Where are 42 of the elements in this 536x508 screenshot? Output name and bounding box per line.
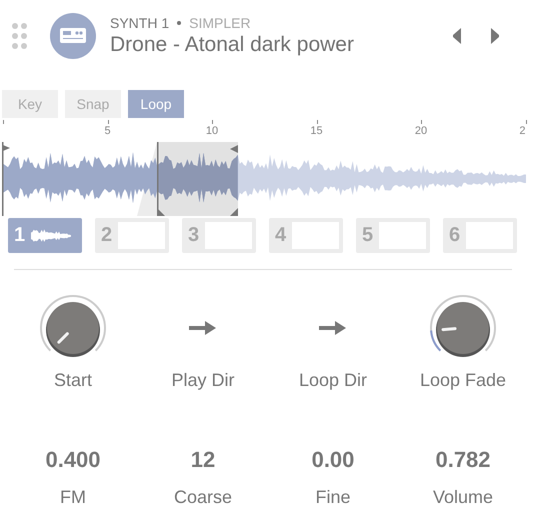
ruler-label: 20 — [414, 125, 428, 137]
sample-slot[interactable]: 4 — [269, 218, 343, 253]
ruler-tick — [421, 120, 422, 124]
ruler-tick — [212, 120, 213, 124]
track-name: SYNTH 1 — [110, 15, 170, 31]
control-label: Play Dir — [171, 370, 234, 391]
preset-name: Drone - Atonal dark power — [110, 33, 355, 57]
device-icon — [50, 13, 96, 59]
parameter-value[interactable]: 0.400 — [45, 447, 101, 473]
mode-button[interactable]: Loop — [128, 90, 184, 118]
sample-slot[interactable]: 3 — [182, 218, 256, 253]
control-label: Loop Fade — [420, 370, 506, 391]
device-name: SIMPLER — [189, 15, 251, 31]
parameter-value[interactable]: 0.00 — [312, 447, 354, 473]
parameter-label: Coarse — [174, 487, 232, 508]
arrow-right-icon[interactable] — [319, 320, 347, 336]
waveform-drawing[interactable] — [2, 142, 526, 216]
sample-slot[interactable]: 1 — [8, 218, 82, 253]
ruler-label: 5 — [104, 125, 111, 137]
sample-slot[interactable]: 2 — [95, 218, 169, 253]
parameter-value[interactable]: 12 — [190, 447, 216, 473]
ruler-tick — [3, 120, 4, 124]
next-icon[interactable] — [490, 28, 500, 44]
mode-button[interactable]: Snap — [65, 90, 121, 118]
sample-slot[interactable]: 5 — [356, 218, 430, 253]
mode-button[interactable]: Key — [2, 90, 58, 118]
separator-dot-icon — [177, 21, 182, 25]
ruler-tick — [316, 120, 318, 124]
waveform-thumbnail-icon — [31, 228, 72, 242]
ruler-label: 2 — [519, 125, 526, 137]
parameter-label: FM — [60, 487, 86, 508]
ruler-label: 15 — [310, 125, 323, 137]
parameter-label: Fine — [315, 487, 350, 508]
drag-handle-icon[interactable] — [12, 23, 28, 49]
control-label: Loop Dir — [298, 370, 368, 391]
parameter-value[interactable]: 0.782 — [435, 447, 491, 473]
sample-slot[interactable]: 6 — [443, 218, 517, 253]
arrow-right-icon[interactable] — [189, 320, 217, 336]
previous-icon[interactable] — [452, 28, 462, 44]
control-label: Start — [54, 370, 92, 391]
ruler-label: 10 — [206, 125, 218, 137]
parameter-label: Volume — [432, 487, 494, 508]
